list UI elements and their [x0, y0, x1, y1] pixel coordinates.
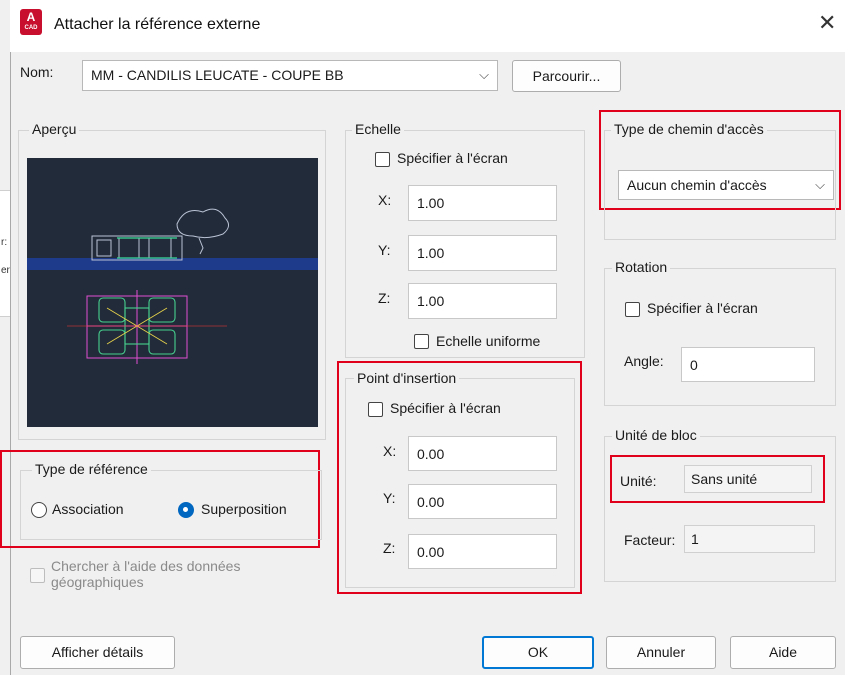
insertion-onscreen-checkbox[interactable] [368, 402, 383, 417]
path-type-value: Aucun chemin d'accès [627, 177, 767, 193]
drawing-preview-image [27, 208, 318, 364]
reference-type-legend: Type de référence [32, 461, 151, 477]
path-type-combobox[interactable]: Aucun chemin d'accès ⌵ [618, 170, 834, 200]
scale-x-input[interactable]: 1.00 [408, 185, 557, 221]
association-radio[interactable] [31, 502, 47, 518]
autocad-app-icon: A CAD [20, 9, 42, 35]
drawing-preview [27, 158, 318, 427]
dialog-title: Attacher la référence externe [54, 16, 261, 33]
chevron-down-icon: ⌵ [815, 177, 825, 192]
preview-legend: Aperçu [29, 121, 80, 137]
uniform-scale-label: Echelle uniforme [436, 333, 541, 349]
insertion-y-label: Y: [383, 490, 396, 506]
factor-label: Facteur: [624, 532, 676, 548]
cancel-button[interactable]: Annuler [606, 636, 716, 669]
name-label: Nom: [20, 64, 54, 80]
insertion-y-input[interactable]: 0.00 [408, 484, 557, 519]
name-value: MM - CANDILIS LEUCATE - COUPE BB [91, 67, 344, 83]
background-label: r: [1, 237, 8, 248]
rotation-onscreen-label: Spécifier à l'écran [647, 300, 758, 316]
angle-label: Angle: [624, 353, 664, 369]
angle-input[interactable]: 0 [681, 347, 815, 382]
rotation-legend: Rotation [612, 259, 671, 275]
scale-x-label: X: [378, 192, 392, 208]
rotation-onscreen-checkbox[interactable] [625, 302, 640, 317]
geographic-checkbox[interactable] [30, 568, 45, 583]
help-button[interactable]: Aide [730, 636, 836, 669]
browse-button[interactable]: Parcourir... [512, 60, 621, 92]
path-type-legend: Type de chemin d'accès [611, 121, 767, 137]
geographic-label: Chercher à l'aide des données géographiq… [51, 558, 241, 590]
scale-onscreen-checkbox[interactable] [375, 152, 390, 167]
scale-y-label: Y: [378, 242, 391, 258]
unit-label: Unité: [620, 473, 657, 489]
ok-button[interactable]: OK [482, 636, 594, 669]
unit-value: Sans unité [684, 465, 812, 493]
association-label: Association [52, 501, 124, 517]
name-combobox[interactable]: MM - CANDILIS LEUCATE - COUPE BB ⌵ [82, 60, 498, 91]
insertion-z-label: Z: [383, 540, 396, 556]
scale-y-input[interactable]: 1.00 [408, 235, 557, 271]
insertion-onscreen-label: Spécifier à l'écran [390, 400, 501, 416]
insertion-point-legend: Point d'insertion [354, 370, 460, 386]
chevron-down-icon: ⌵ [479, 67, 489, 82]
block-unit-legend: Unité de bloc [612, 427, 700, 443]
superposition-label: Superposition [201, 501, 287, 517]
factor-value: 1 [684, 525, 815, 553]
scale-onscreen-label: Spécifier à l'écran [397, 150, 508, 166]
insertion-x-label: X: [383, 443, 397, 459]
rotation-group [604, 268, 836, 406]
uniform-scale-checkbox[interactable] [414, 334, 429, 349]
scale-z-label: Z: [378, 290, 391, 306]
scale-z-input[interactable]: 1.00 [408, 283, 557, 319]
scale-legend: Echelle [352, 121, 404, 137]
superposition-radio[interactable] [178, 502, 194, 518]
insertion-z-input[interactable]: 0.00 [408, 534, 557, 569]
show-details-button[interactable]: Afficher détails [20, 636, 175, 669]
insertion-x-input[interactable]: 0.00 [408, 436, 557, 471]
close-icon[interactable]: ✕ [818, 12, 836, 34]
